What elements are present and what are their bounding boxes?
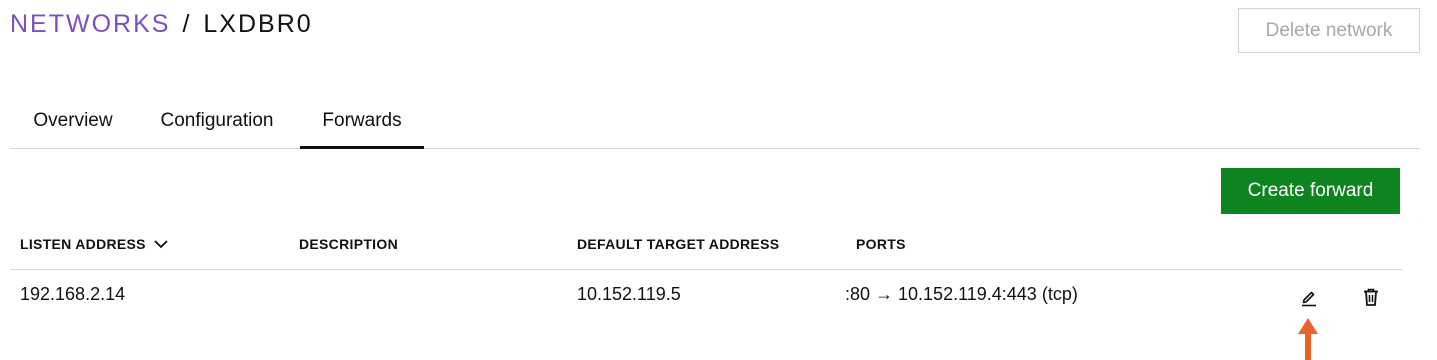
breadcrumb: NETWORKS / LXDBR0: [10, 10, 313, 39]
tab-overview[interactable]: Overview: [10, 95, 136, 147]
breadcrumb-current: LXDBR0: [203, 10, 313, 38]
cell-ports: :80 → 10.152.119.4:443 (tcp): [845, 284, 1078, 304]
column-header-description: DESCRIPTION: [299, 236, 398, 252]
column-header-default-target: DEFAULT TARGET ADDRESS: [577, 236, 780, 252]
edit-forward-button[interactable]: [1298, 286, 1320, 308]
arrow-up-icon: [1298, 318, 1318, 360]
tab-bar: Overview Configuration Forwards: [10, 95, 1420, 149]
create-forward-button[interactable]: Create forward: [1221, 168, 1400, 214]
table-row: 192.168.2.14 10.152.119.5 :80 → 10.152.1…: [10, 270, 1402, 330]
cell-default-target: 10.152.119.5: [577, 284, 681, 304]
trash-icon: [1364, 288, 1378, 306]
column-header-listen-address[interactable]: LISTEN ADDRESS: [20, 236, 168, 252]
forwards-table: LISTEN ADDRESS DESCRIPTION DEFAULT TARGE…: [10, 220, 1402, 330]
tab-forwards[interactable]: Forwards: [300, 95, 424, 149]
delete-network-button[interactable]: Delete network: [1238, 8, 1420, 53]
pencil-icon: [1302, 291, 1316, 307]
table-header: LISTEN ADDRESS DESCRIPTION DEFAULT TARGE…: [10, 220, 1402, 270]
breadcrumb-networks-link[interactable]: NETWORKS: [10, 10, 170, 39]
column-header-label: LISTEN ADDRESS: [20, 236, 146, 252]
delete-forward-button[interactable]: [1360, 286, 1382, 308]
tab-configuration[interactable]: Configuration: [136, 95, 298, 147]
network-forwards-page: NETWORKS / LXDBR0 Delete network Overvie…: [0, 0, 1437, 360]
column-header-ports: PORTS: [856, 236, 906, 252]
breadcrumb-separator: /: [182, 10, 192, 38]
chevron-down-icon: [154, 239, 168, 248]
cell-listen-address: 192.168.2.14: [20, 284, 126, 304]
